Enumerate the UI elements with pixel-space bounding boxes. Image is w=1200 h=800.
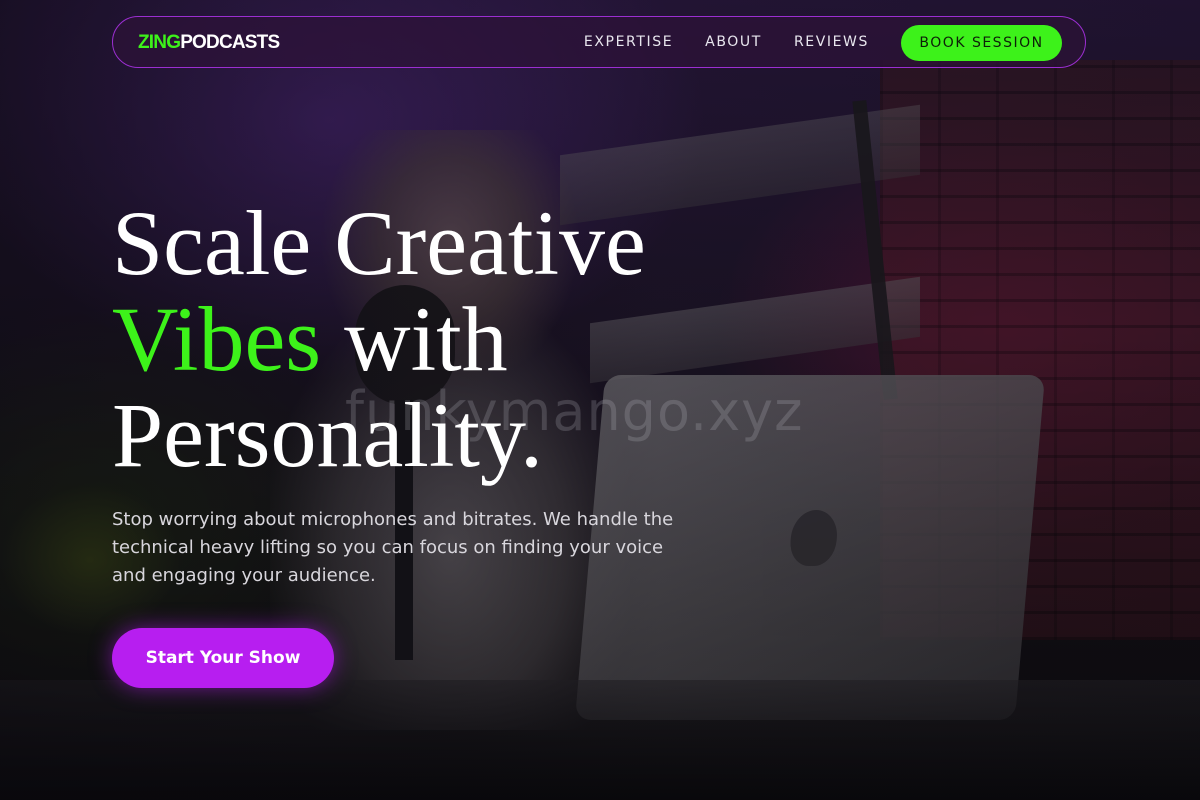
brand-logo[interactable]: ZINGPODCASTS [138,32,280,54]
hero-headline: Scale Creative Vibes with Personality. [112,195,646,483]
brand-logo-main: PODCASTS [180,32,280,53]
start-show-button[interactable]: Start Your Show [112,628,334,688]
nav-link-about[interactable]: ABOUT [705,34,762,50]
book-session-button[interactable]: BOOK SESSION [901,25,1062,61]
nav-link-reviews[interactable]: REVIEWS [794,34,869,50]
hero-section: funkymango.xyz ZINGPODCASTS EXPERTISE AB… [0,0,1200,800]
brand-logo-accent: ZING [138,32,181,53]
navigation-bar: ZINGPODCASTS EXPERTISE ABOUT REVIEWS BOO… [112,16,1086,68]
hero-subtitle: Stop worrying about microphones and bitr… [112,509,674,586]
headline-line-3: Personality. [112,384,543,486]
headline-accent-word: Vibes [112,288,322,390]
nav-links: EXPERTISE ABOUT REVIEWS [584,34,869,50]
headline-line-2-rest: with [321,288,508,390]
nav-link-expertise[interactable]: EXPERTISE [584,34,673,50]
headline-line-1: Scale Creative [112,192,646,294]
